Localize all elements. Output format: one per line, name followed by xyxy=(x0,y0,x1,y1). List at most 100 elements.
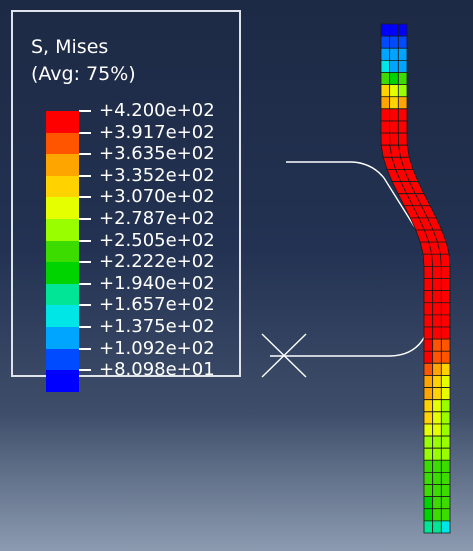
mesh-element xyxy=(432,387,442,401)
mesh-element xyxy=(432,447,442,461)
mesh-element xyxy=(423,350,434,364)
mesh-element xyxy=(432,484,442,498)
mesh-element xyxy=(440,484,451,498)
deformed-mesh xyxy=(380,23,451,534)
mesh-element xyxy=(397,23,408,37)
mesh-element xyxy=(389,84,399,98)
mesh-element xyxy=(380,84,391,98)
mesh-element xyxy=(432,411,442,425)
mesh-element xyxy=(380,120,391,134)
mesh-element xyxy=(423,265,434,279)
mesh-element xyxy=(440,338,451,352)
mesh-element xyxy=(440,278,451,292)
mesh-element xyxy=(423,362,434,376)
mesh-element xyxy=(423,459,434,473)
mesh-element xyxy=(423,387,434,401)
mesh-element xyxy=(389,23,399,37)
mesh-element xyxy=(440,472,451,485)
mesh-element xyxy=(397,108,408,122)
mesh-element xyxy=(423,496,434,510)
mesh-element xyxy=(380,59,391,73)
mesh-element xyxy=(432,290,442,304)
mesh-element xyxy=(432,496,442,510)
model-viewport[interactable] xyxy=(0,0,473,551)
mesh-element xyxy=(432,423,442,437)
mesh-element xyxy=(432,326,442,340)
mesh-element xyxy=(440,411,451,425)
mesh-element xyxy=(423,508,434,522)
mesh-element xyxy=(389,72,399,85)
mesh-element xyxy=(397,35,408,49)
mesh-element xyxy=(397,96,408,110)
mesh-element xyxy=(423,399,434,413)
mesh-element xyxy=(380,47,391,61)
mesh-element xyxy=(380,108,391,122)
mesh-element xyxy=(432,302,442,316)
mesh-element xyxy=(423,423,434,437)
mesh-element xyxy=(389,132,399,146)
mesh-element xyxy=(389,96,399,110)
mesh-element xyxy=(440,290,451,304)
mesh-element xyxy=(389,59,399,73)
mesh-element xyxy=(432,314,442,328)
mesh-element xyxy=(432,338,442,352)
mesh-element xyxy=(432,508,442,522)
mesh-element xyxy=(389,35,399,49)
mesh-element xyxy=(440,387,451,401)
mesh-element xyxy=(423,411,434,425)
mesh-element xyxy=(397,132,408,146)
mesh-element xyxy=(440,459,451,473)
mesh-element xyxy=(440,508,451,522)
mesh-element xyxy=(431,253,442,267)
mesh-element xyxy=(397,59,408,73)
mesh-element xyxy=(440,375,451,388)
mesh-element xyxy=(432,375,442,388)
mesh-element xyxy=(432,350,442,364)
mesh-element xyxy=(397,84,408,98)
mesh-element xyxy=(440,253,451,267)
mesh-element xyxy=(380,132,391,146)
mesh-element xyxy=(380,72,391,85)
mesh-element xyxy=(380,23,391,37)
mesh-element xyxy=(432,520,442,534)
mesh-element xyxy=(423,375,434,388)
mesh-element xyxy=(440,314,451,328)
mesh-element xyxy=(440,265,451,279)
mesh-element xyxy=(440,302,451,316)
mesh-element xyxy=(389,47,399,61)
mesh-element xyxy=(422,253,434,267)
mesh-element xyxy=(432,459,442,473)
mesh-element xyxy=(398,144,410,158)
mesh-element xyxy=(423,326,434,340)
mesh-element xyxy=(432,435,442,449)
mesh-element xyxy=(389,108,399,122)
mesh-element xyxy=(440,496,451,510)
mesh-element xyxy=(432,362,442,376)
mesh-element xyxy=(440,435,451,449)
mesh-element xyxy=(440,326,451,340)
mesh-element xyxy=(432,278,442,292)
mesh-element xyxy=(397,72,408,85)
mesh-element xyxy=(440,362,451,376)
mesh-element xyxy=(397,120,408,134)
mesh-element xyxy=(423,520,434,534)
mesh-element xyxy=(440,520,451,534)
mesh-element xyxy=(432,399,442,413)
mesh-element xyxy=(380,35,391,49)
mesh-element xyxy=(423,290,434,304)
mesh-element xyxy=(423,302,434,316)
mesh-element xyxy=(423,484,434,498)
mesh-element xyxy=(423,435,434,449)
mesh-element xyxy=(389,120,399,134)
mesh-element xyxy=(423,338,434,352)
mesh-element xyxy=(440,423,451,437)
mesh-element xyxy=(380,96,391,110)
mesh-element xyxy=(432,472,442,485)
mesh-element xyxy=(423,278,434,292)
mesh-element xyxy=(423,472,434,485)
mesh-element xyxy=(423,314,434,328)
mesh-element xyxy=(397,47,408,61)
mesh-element xyxy=(440,350,451,364)
mesh-element xyxy=(440,447,451,461)
mesh-element xyxy=(432,265,442,279)
